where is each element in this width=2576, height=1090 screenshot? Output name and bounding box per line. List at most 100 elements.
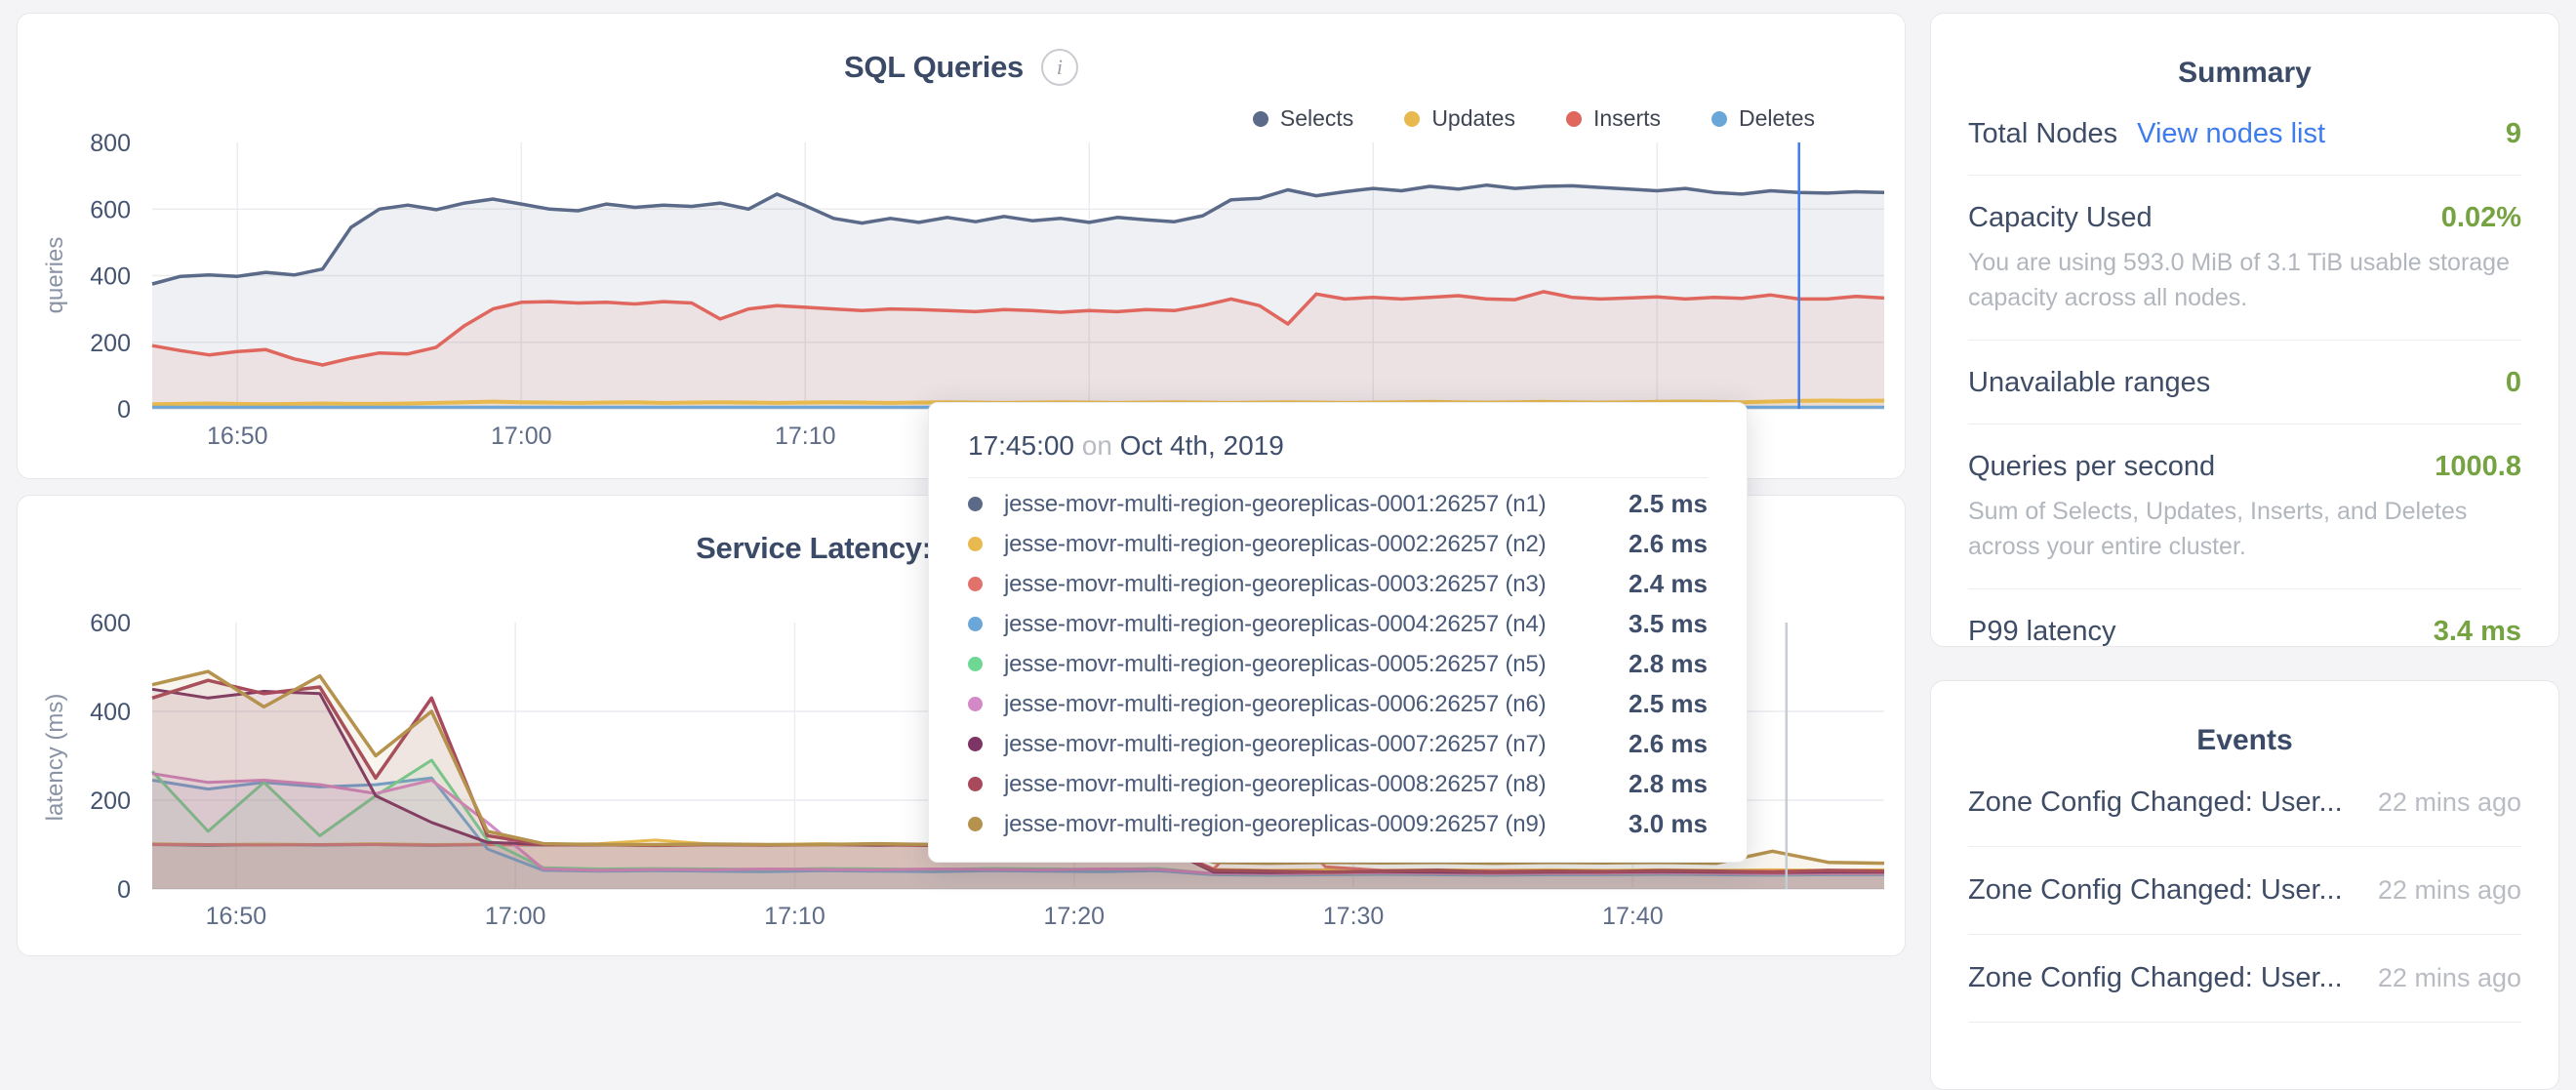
tooltip-node-name: jesse-movr-multi-region-georeplicas-0004… [1004, 611, 1546, 638]
summary-value: 0.02% [2441, 202, 2521, 234]
events-title: Events [1931, 724, 2558, 757]
series-dot-icon [968, 697, 983, 711]
legend-dot-icon [1404, 111, 1420, 127]
summary-row: Capacity Used 0.02% You are using 593.0 … [1968, 176, 2521, 341]
legend-label: Inserts [1593, 105, 1661, 132]
tooltip-node-name: jesse-movr-multi-region-georeplicas-0009… [1004, 811, 1546, 838]
y-axis-unit-label: queries [42, 139, 71, 412]
svg-text:16:50: 16:50 [207, 423, 268, 450]
tooltip-node-name: jesse-movr-multi-region-georeplicas-0007… [1004, 731, 1546, 758]
tooltip-node-row: jesse-movr-multi-region-georeplicas-0005… [968, 644, 1708, 684]
summary-row: Queries per second 1000.8 Sum of Selects… [1968, 424, 2521, 589]
svg-text:17:10: 17:10 [775, 423, 836, 450]
tooltip-node-latency: 2.5 ms [1629, 689, 1708, 719]
series-dot-icon [968, 577, 983, 591]
tooltip-divider [968, 477, 1708, 478]
info-icon[interactable]: i [1041, 49, 1078, 86]
svg-text:200: 200 [90, 787, 131, 815]
events-panel: Events Zone Config Changed: User... 22 m… [1930, 680, 2559, 1090]
tooltip-node-latency: 2.6 ms [1629, 529, 1708, 559]
legend-dot-icon [1711, 111, 1727, 127]
svg-text:400: 400 [90, 263, 131, 291]
summary-value: 9 [2506, 118, 2521, 150]
legend-label: Selects [1280, 105, 1353, 132]
legend-item[interactable]: Inserts [1566, 105, 1661, 132]
svg-text:600: 600 [90, 610, 131, 637]
summary-description: You are using 593.0 MiB of 3.1 TiB usabl… [1968, 246, 2521, 315]
tooltip-node-row: jesse-movr-multi-region-georeplicas-0007… [968, 724, 1708, 764]
tooltip-node-latency: 2.8 ms [1629, 769, 1708, 799]
svg-text:400: 400 [90, 699, 131, 726]
tooltip-node-row: jesse-movr-multi-region-georeplicas-0006… [968, 684, 1708, 724]
tooltip-node-row: jesse-movr-multi-region-georeplicas-0009… [968, 804, 1708, 844]
series-dot-icon [968, 497, 983, 511]
event-link[interactable]: Zone Config Changed: User... [1968, 962, 2343, 994]
svg-text:17:00: 17:00 [485, 903, 546, 930]
tooltip-node-name: jesse-movr-multi-region-georeplicas-0002… [1004, 531, 1546, 558]
tooltip-node-latency: 2.4 ms [1629, 569, 1708, 599]
legend-dot-icon [1566, 111, 1582, 127]
tooltip-rows: jesse-movr-multi-region-georeplicas-0001… [968, 484, 1708, 844]
tooltip-node-row: jesse-movr-multi-region-georeplicas-0008… [968, 764, 1708, 804]
legend-label: Updates [1431, 105, 1515, 132]
svg-text:17:10: 17:10 [764, 903, 825, 930]
summary-value: 1000.8 [2435, 451, 2521, 483]
legend-label: Deletes [1739, 105, 1815, 132]
summary-rows: Total Nodes View nodes list 9 Capacity U… [1931, 92, 2558, 672]
view-nodes-list-link[interactable]: View nodes list [2137, 118, 2325, 150]
tooltip-node-row: jesse-movr-multi-region-georeplicas-0002… [968, 524, 1708, 564]
summary-title: Summary [1931, 57, 2558, 90]
event-timestamp: 22 mins ago [2378, 787, 2521, 818]
summary-label: Queries per second [1968, 451, 2215, 483]
tooltip-node-name: jesse-movr-multi-region-georeplicas-0006… [1004, 691, 1546, 718]
event-row: Zone Config Changed: User... 22 mins ago [1968, 847, 2521, 935]
summary-panel: Summary Total Nodes View nodes list 9 Ca… [1930, 13, 2559, 647]
svg-text:17:40: 17:40 [1602, 903, 1664, 930]
legend-item[interactable]: Updates [1404, 105, 1515, 132]
tooltip-node-latency: 2.5 ms [1629, 489, 1708, 519]
tooltip-node-name: jesse-movr-multi-region-georeplicas-0001… [1004, 491, 1546, 518]
series-dot-icon [968, 777, 983, 791]
summary-row: P99 latency 3.4 ms [1968, 589, 2521, 672]
tooltip-node-row: jesse-movr-multi-region-georeplicas-0004… [968, 604, 1708, 644]
sql-queries-header: SQL Queries i [18, 49, 1905, 86]
svg-text:0: 0 [117, 876, 131, 904]
series-dot-icon [968, 817, 983, 831]
event-timestamp: 22 mins ago [2378, 875, 2521, 906]
svg-text:800: 800 [90, 130, 131, 157]
tooltip-node-latency: 2.6 ms [1629, 729, 1708, 759]
y-axis-unit-label: latency (ms) [42, 621, 71, 894]
event-row: Zone Config Changed: User... 22 mins ago [1968, 759, 2521, 847]
sql-queries-title: SQL Queries [844, 50, 1024, 85]
series-dot-icon [968, 737, 983, 751]
event-timestamp: 22 mins ago [2378, 963, 2521, 993]
tooltip-node-name: jesse-movr-multi-region-georeplicas-0005… [1004, 651, 1546, 678]
summary-label: Unavailable ranges [1968, 367, 2210, 399]
tooltip-node-latency: 3.5 ms [1629, 609, 1708, 639]
series-dot-icon [968, 537, 983, 551]
tooltip-node-name: jesse-movr-multi-region-georeplicas-0008… [1004, 771, 1546, 798]
series-dot-icon [968, 657, 983, 671]
summary-label: Capacity Used [1968, 202, 2153, 234]
svg-text:17:30: 17:30 [1323, 903, 1385, 930]
legend-dot-icon [1253, 111, 1268, 127]
chart-hover-tooltip: 17:45:00 on Oct 4th, 2019 jesse-movr-mul… [928, 402, 1748, 863]
tooltip-node-latency: 3.0 ms [1629, 809, 1708, 839]
summary-description: Sum of Selects, Updates, Inserts, and De… [1968, 495, 2521, 564]
summary-value: 0 [2506, 367, 2521, 399]
event-link[interactable]: Zone Config Changed: User... [1968, 787, 2343, 819]
legend-item[interactable]: Deletes [1711, 105, 1815, 132]
sql-queries-legend: Selects Updates Inserts Deletes [1253, 105, 1815, 132]
svg-text:17:20: 17:20 [1043, 903, 1105, 930]
legend-item[interactable]: Selects [1253, 105, 1353, 132]
svg-text:17:00: 17:00 [491, 423, 552, 450]
summary-label: P99 latency [1968, 616, 2116, 648]
event-link[interactable]: Zone Config Changed: User... [1968, 874, 2343, 907]
summary-row: Total Nodes View nodes list 9 [1968, 92, 2521, 176]
summary-label: Total Nodes [1968, 118, 2117, 150]
summary-value: 3.4 ms [2434, 616, 2521, 648]
series-dot-icon [968, 617, 983, 631]
tooltip-node-name: jesse-movr-multi-region-georeplicas-0003… [1004, 571, 1546, 598]
svg-text:0: 0 [117, 396, 131, 424]
tooltip-node-row: jesse-movr-multi-region-georeplicas-0003… [968, 564, 1708, 604]
